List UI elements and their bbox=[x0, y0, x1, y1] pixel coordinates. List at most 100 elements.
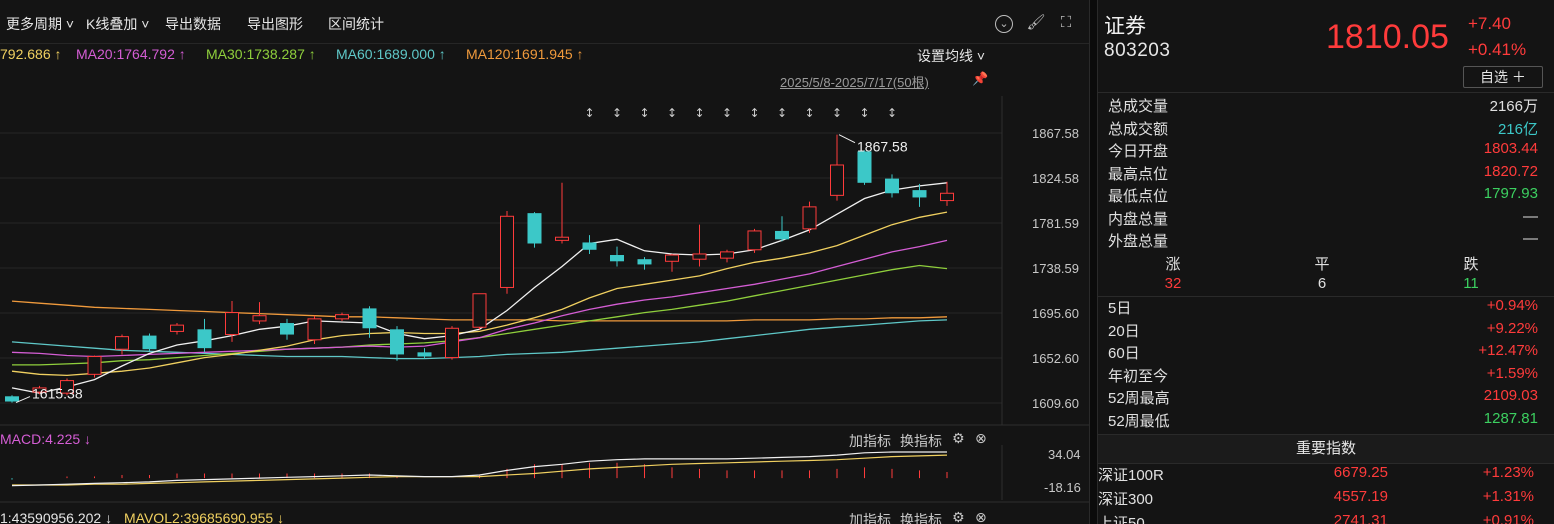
event-marker: ↕ bbox=[777, 106, 787, 120]
index-row[interactable]: 上证50 2741.31 +0.91% bbox=[1098, 512, 1554, 524]
stat-value: 1820.72 bbox=[1483, 162, 1538, 180]
index-price: 6679.25 bbox=[1333, 464, 1388, 481]
index-row[interactable]: 深证100R 6679.25 +1.23% bbox=[1098, 464, 1554, 488]
advance-label: 涨 bbox=[1165, 256, 1181, 273]
index-price: 2741.31 bbox=[1333, 512, 1388, 524]
event-marker: ↕ bbox=[887, 106, 897, 120]
macd-label: MACD:4.225 ↓ bbox=[0, 431, 92, 447]
candle-body-down bbox=[775, 230, 789, 240]
event-marker: ↕ bbox=[667, 106, 677, 120]
candle-body-down bbox=[362, 308, 377, 329]
stat-label: 外盘总量 bbox=[1108, 233, 1169, 250]
candle-body-up bbox=[692, 253, 707, 260]
candle-body-down bbox=[912, 190, 927, 198]
macd-axis-bottom: -18.16 bbox=[1044, 480, 1081, 495]
period-row: 52周最低 1287.81 bbox=[1098, 410, 1554, 432]
volume-close-icon[interactable]: ⊗ bbox=[975, 509, 987, 524]
price-axis-tick: 1867.58 bbox=[1032, 126, 1079, 141]
pin-icon[interactable]: 📌 bbox=[972, 71, 988, 87]
candle-body-up bbox=[747, 230, 762, 251]
ma-settings-button[interactable]: 设置均线 ˅ bbox=[917, 46, 985, 66]
stat-label: 今日开盘 bbox=[1108, 143, 1169, 160]
candle-body-down bbox=[582, 242, 597, 250]
price-axis-tick: 1695.60 bbox=[1032, 306, 1079, 321]
high-annotation: 1867.58 bbox=[857, 139, 908, 155]
period-row: 年初至今 +1.59% bbox=[1098, 365, 1554, 387]
candle-body-up bbox=[115, 336, 129, 350]
candle-body-down bbox=[390, 329, 404, 355]
volume-add-indicator-button[interactable]: 加指标 bbox=[849, 510, 891, 524]
event-marker: ↕ bbox=[584, 106, 594, 120]
export-chart-button[interactable]: 导出图形 bbox=[247, 14, 303, 34]
ma10-value: 792.686 ↑ bbox=[0, 46, 62, 62]
stock-code: 803203 bbox=[1104, 40, 1171, 61]
stat-row: 内盘总量 — bbox=[1098, 208, 1554, 230]
chevron-circle-down-icon[interactable]: ⌄ bbox=[995, 15, 1013, 33]
stat-label: 内盘总量 bbox=[1108, 210, 1169, 228]
stat-row: 今日开盘 1803.44 bbox=[1098, 140, 1554, 162]
event-marker: ↕ bbox=[639, 106, 649, 120]
period-row: 5日 +0.94% bbox=[1098, 297, 1554, 319]
index-name: 深证100R bbox=[1098, 467, 1164, 484]
flat-label: 平 bbox=[1314, 256, 1330, 273]
add-indicator-button[interactable]: 加指标 bbox=[849, 431, 891, 451]
candle-body-up bbox=[555, 236, 569, 241]
stat-value: 1803.44 bbox=[1483, 140, 1538, 157]
ma20-value: MA20:1764.792 ↑ bbox=[76, 46, 186, 62]
switch-indicator-button[interactable]: 换指标 bbox=[900, 431, 942, 451]
range-label[interactable]: 2025/5/8-2025/7/17(50根) bbox=[780, 72, 929, 91]
volume-ma1-value: 1:43590956.202 ↓ bbox=[0, 510, 113, 524]
price-change: +7.40 bbox=[1468, 14, 1512, 33]
period-value: +0.94% bbox=[1486, 297, 1538, 314]
ma30-value: MA30:1738.287 ↑ bbox=[206, 46, 316, 62]
period-row: 60日 +12.47% bbox=[1098, 342, 1554, 364]
event-marker: ↕ bbox=[749, 106, 759, 120]
stat-row: 总成交额 216亿 bbox=[1098, 118, 1554, 140]
current-price: 1810.05 bbox=[1326, 18, 1449, 56]
index-name: 深证300 bbox=[1098, 491, 1154, 508]
stat-label: 总成交额 bbox=[1108, 120, 1169, 138]
stat-value: 216亿 bbox=[1497, 120, 1538, 138]
range-stats-button[interactable]: 区间统计 bbox=[328, 14, 384, 34]
period-label: 52周最高 bbox=[1108, 390, 1170, 407]
period-label: 5日 bbox=[1108, 300, 1132, 317]
event-marker: ↕ bbox=[804, 106, 814, 120]
chart-toolbar: 更多周期 ˅ K线叠加 ˅ 导出数据 导出图形 区间统计 ⌄ 🖌 ⛶ bbox=[0, 0, 1089, 44]
volume-gear-icon[interactable]: ⚙ bbox=[952, 509, 965, 524]
add-watchlist-button[interactable]: 自选 ＋ bbox=[1463, 66, 1543, 88]
ma60-value: MA60:1689.000 ↑ bbox=[336, 46, 446, 62]
period-label: 年初至今 bbox=[1108, 367, 1169, 385]
period-row: 52周最高 2109.03 bbox=[1098, 387, 1554, 409]
index-change: +0.91% bbox=[1482, 512, 1534, 524]
candle-body-up bbox=[87, 356, 102, 375]
candle-body-up bbox=[720, 251, 734, 259]
index-row[interactable]: 深证300 4557.19 +1.31% bbox=[1098, 488, 1554, 512]
candle-body-down bbox=[857, 151, 872, 183]
period-row: 20日 +9.22% bbox=[1098, 320, 1554, 342]
panel-divider[interactable] bbox=[1089, 0, 1098, 524]
candle-body-up bbox=[472, 293, 487, 328]
macd-dif-line bbox=[11, 451, 947, 487]
kline-overlay-menu[interactable]: K线叠加 ˅ bbox=[86, 14, 149, 34]
stat-label: 最高点位 bbox=[1108, 165, 1169, 183]
stat-value: 1797.93 bbox=[1483, 185, 1538, 202]
index-price: 4557.19 bbox=[1333, 488, 1388, 505]
event-marker: ↕ bbox=[612, 106, 622, 120]
period-value: +9.22% bbox=[1486, 319, 1538, 337]
candle-body-up bbox=[170, 324, 184, 332]
candle-body-down bbox=[527, 213, 542, 244]
volume-ma2-value: MAVOL2:39685690.955 ↓ bbox=[124, 510, 285, 524]
stat-value: 2166万 bbox=[1489, 98, 1538, 115]
stat-value: — bbox=[1523, 230, 1538, 247]
price-axis-tick: 1781.59 bbox=[1032, 216, 1079, 231]
more-periods-menu[interactable]: 更多周期 ˅ bbox=[6, 14, 74, 34]
volume-label: 1:43590956.202 ↓ MAVOL2:39685690.955 ↓ bbox=[0, 510, 284, 524]
brush-icon[interactable]: 🖌 bbox=[1026, 13, 1046, 33]
price-change-pct: +0.41% bbox=[1468, 40, 1527, 59]
export-data-button[interactable]: 导出数据 bbox=[165, 14, 221, 34]
close-icon[interactable]: ⊗ bbox=[975, 430, 987, 447]
candle-body-up bbox=[252, 315, 267, 322]
volume-switch-indicator-button[interactable]: 换指标 bbox=[900, 510, 942, 524]
gear-icon[interactable]: ⚙ bbox=[952, 430, 965, 447]
fullscreen-icon[interactable]: ⛶ bbox=[1056, 13, 1076, 33]
